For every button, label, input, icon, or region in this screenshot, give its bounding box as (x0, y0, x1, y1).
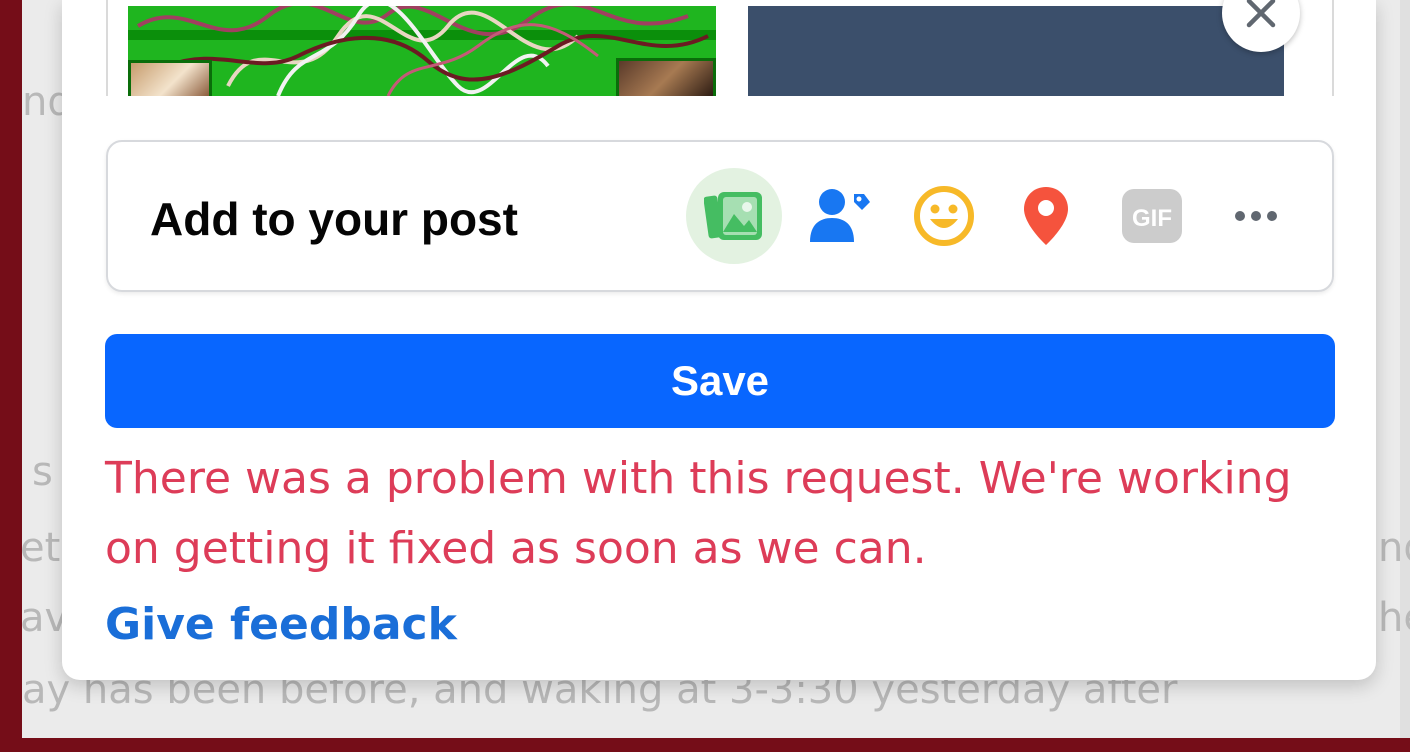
page-frame-left (0, 0, 22, 752)
background-text-fragment: et (20, 525, 61, 571)
photo-video-icon (704, 192, 762, 240)
check-in-button[interactable] (998, 168, 1094, 264)
background-text-fragment: s (32, 449, 53, 495)
more-options-icon (1235, 211, 1277, 221)
gif-button[interactable]: GIF (1104, 168, 1200, 264)
add-to-post-bar: Add to your post GIF (106, 140, 1334, 292)
media-divider (106, 0, 108, 96)
svg-text:GIF: GIF (1132, 205, 1172, 232)
more-options-button[interactable] (1208, 168, 1304, 264)
collage-photo-thumbnail (616, 58, 716, 96)
attached-media-strip[interactable] (106, 0, 1334, 96)
attached-image-preview[interactable] (748, 6, 1284, 96)
gif-icon: GIF (1122, 189, 1182, 243)
photo-video-button[interactable] (686, 168, 782, 264)
edit-post-dialog: Add to your post GIF Save There was a pr… (62, 0, 1376, 680)
feeling-activity-button[interactable] (896, 168, 992, 264)
background-text-fragment: av (20, 595, 69, 641)
tag-people-button[interactable] (792, 168, 888, 264)
check-in-icon (1024, 187, 1068, 245)
save-button[interactable]: Save (105, 334, 1335, 428)
background-text-fragment: nd (1378, 525, 1410, 571)
background-text-fragment: he (1378, 595, 1410, 641)
close-icon (1246, 0, 1276, 28)
media-divider (1332, 0, 1334, 96)
attached-image-collage[interactable] (128, 6, 716, 96)
error-message: There was a problem with this request. W… (105, 453, 1292, 574)
give-feedback-link[interactable]: Give feedback (105, 590, 457, 660)
collage-photo-thumbnail (128, 60, 212, 96)
page-frame-bottom (0, 738, 1410, 752)
add-to-post-label: Add to your post (150, 193, 518, 245)
tag-people-icon (810, 189, 870, 242)
feeling-activity-icon (914, 186, 974, 246)
